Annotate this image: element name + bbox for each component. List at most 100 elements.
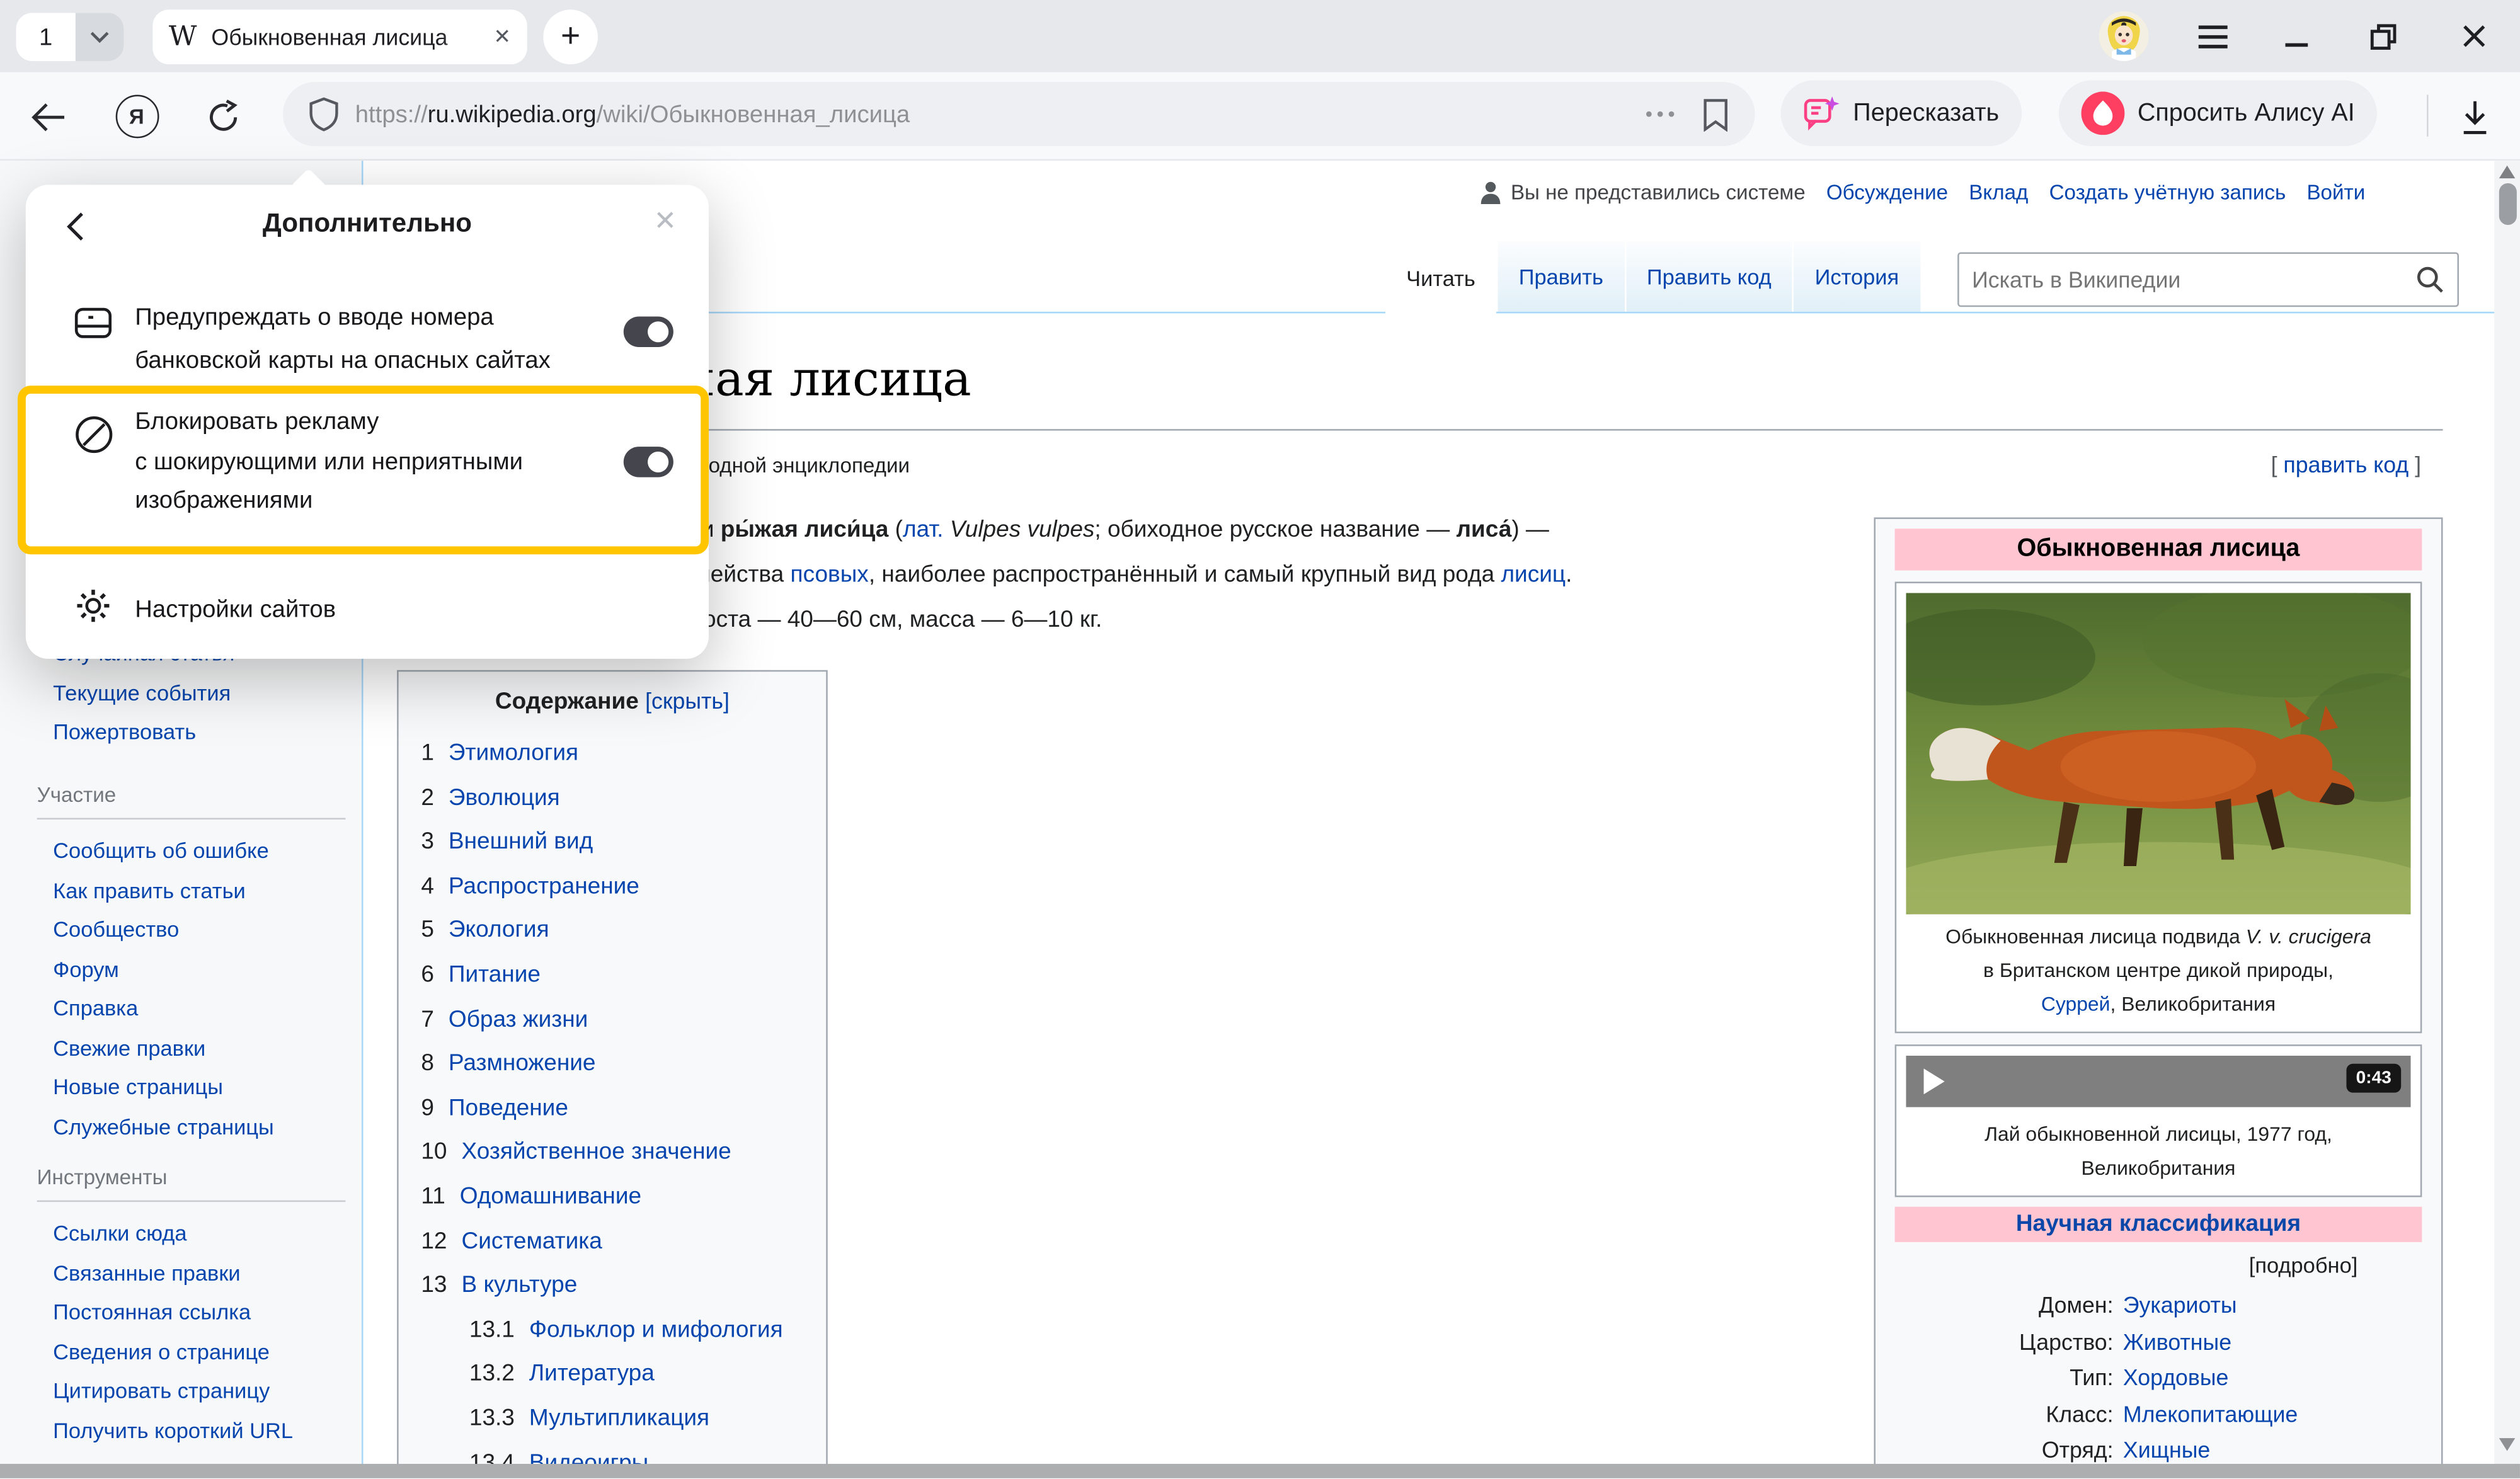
toc-link[interactable]: Одомашнивание bbox=[460, 1184, 641, 1210]
sidebar-link[interactable]: Новые страницы bbox=[53, 1068, 334, 1107]
sidebar-link[interactable]: Служебные страницы bbox=[53, 1108, 334, 1147]
menu-icon[interactable] bbox=[2185, 0, 2240, 72]
toc-link[interactable]: Поведение bbox=[449, 1095, 568, 1121]
toc-link[interactable]: Мультипликация bbox=[529, 1406, 709, 1432]
toc-link[interactable]: Этимология bbox=[449, 741, 578, 767]
classification-row: Отряд:Хищные bbox=[1885, 1432, 2431, 1464]
sidebar-link[interactable]: Сообщить об ошибке bbox=[53, 832, 334, 871]
sidebar-link[interactable]: Связанные правки bbox=[53, 1254, 334, 1293]
tab-counter-control[interactable]: 1 bbox=[16, 13, 124, 61]
close-window-button[interactable] bbox=[2446, 0, 2501, 72]
toc-link[interactable]: Питание bbox=[449, 962, 541, 988]
toc-link[interactable]: Видеоигры bbox=[529, 1450, 648, 1464]
wiki-search-input[interactable] bbox=[1959, 266, 2415, 292]
wiki-search-box[interactable] bbox=[1957, 253, 2459, 307]
chevron-down-icon[interactable] bbox=[76, 13, 124, 61]
ask-alice-label: Спросить Алису AI bbox=[2138, 99, 2355, 128]
summarize-button[interactable]: Пересказать bbox=[1781, 81, 2022, 147]
back-button[interactable] bbox=[23, 72, 74, 161]
block-ads-toggle[interactable] bbox=[624, 447, 673, 477]
sidebar-link[interactable]: Пожертвовать bbox=[53, 714, 234, 753]
toc-link[interactable]: Внешний вид bbox=[449, 830, 593, 855]
page-tab[interactable]: Править bbox=[1498, 241, 1625, 312]
more-actions-icon[interactable] bbox=[1644, 109, 1676, 118]
sidebar-link[interactable]: Свежие правки bbox=[53, 1029, 334, 1068]
personal-link[interactable]: Войти bbox=[2306, 180, 2365, 204]
toc-link[interactable]: Хозяйственное значение bbox=[461, 1140, 731, 1166]
personal-link[interactable]: Вклад bbox=[1969, 180, 2028, 204]
downloads-icon[interactable] bbox=[2449, 72, 2501, 161]
browser-tab[interactable]: W Обыкновенная лисица ✕ bbox=[152, 9, 527, 64]
card-warning-toggle[interactable] bbox=[624, 317, 673, 347]
toc-link[interactable]: Размножение bbox=[449, 1051, 596, 1077]
scrollbar-thumb[interactable] bbox=[2499, 183, 2517, 225]
sidebar-link[interactable]: Цитировать страницу bbox=[53, 1373, 334, 1412]
toc-item: 13.2Литература bbox=[399, 1354, 827, 1398]
page-tab[interactable]: Править код bbox=[1626, 241, 1792, 312]
toc-item: 2Эволюция bbox=[399, 777, 827, 821]
classification-value-link[interactable]: Хищные bbox=[2123, 1432, 2432, 1464]
toc-link[interactable]: В культуре bbox=[461, 1273, 577, 1299]
page-tabs: ЧитатьПравитьПравить кодИстория bbox=[1385, 241, 1922, 315]
scroll-up-arrow[interactable] bbox=[2499, 166, 2516, 178]
reload-icon[interactable] bbox=[198, 72, 249, 161]
toc-link[interactable]: Распространение bbox=[449, 874, 639, 899]
sidebar-link[interactable]: Постоянная ссылка bbox=[53, 1294, 334, 1333]
ask-alice-button[interactable]: Спросить Алису AI bbox=[2059, 81, 2378, 147]
new-tab-button[interactable]: + bbox=[543, 9, 598, 64]
classification-value-link[interactable]: Хордовые bbox=[2123, 1359, 2432, 1395]
tab-counter[interactable]: 1 bbox=[16, 13, 76, 61]
toc-link[interactable]: Фольклор и мифология bbox=[529, 1317, 783, 1343]
toc-link[interactable]: Экология bbox=[449, 918, 549, 944]
toc-item: 3Внешний вид bbox=[399, 821, 827, 865]
classification-details-link[interactable]: [подробно] bbox=[1885, 1242, 2431, 1287]
bookmark-icon[interactable] bbox=[1702, 97, 1729, 131]
tab-close-icon[interactable]: ✕ bbox=[493, 24, 511, 50]
page-tab[interactable]: История bbox=[1794, 241, 1920, 312]
personal-link[interactable]: Обсуждение bbox=[1826, 180, 1948, 204]
toc-link[interactable]: Эволюция bbox=[449, 785, 560, 811]
avatar[interactable] bbox=[2099, 11, 2149, 61]
card-warning-item[interactable]: Предупреждать о вводе номера банковской … bbox=[135, 295, 551, 382]
panel-close-icon[interactable]: ✕ bbox=[654, 206, 677, 238]
toc-link[interactable]: Систематика bbox=[461, 1228, 602, 1254]
classification-value-link[interactable]: Животные bbox=[2123, 1323, 2432, 1359]
sidebar-link[interactable]: Сведения о странице bbox=[53, 1333, 334, 1372]
audio-player[interactable]: 0:43 bbox=[1906, 1056, 2410, 1107]
yandex-services-icon[interactable]: Я bbox=[111, 72, 163, 161]
sidebar-link[interactable]: Ссылки сюда bbox=[53, 1215, 334, 1254]
toc-link[interactable]: Образ жизни bbox=[449, 1007, 588, 1032]
classification-value-link[interactable]: Эукариоты bbox=[2123, 1287, 2432, 1323]
toc-link[interactable]: Литература bbox=[529, 1361, 655, 1387]
sidebar-link[interactable]: Форум bbox=[53, 951, 334, 990]
url-text: https://ru.wikipedia.org/wiki/Обыкновенн… bbox=[355, 100, 910, 127]
sidebar-link[interactable]: Текущие события bbox=[53, 674, 234, 713]
photo-caption-line2: в Британском центре дикой природы, bbox=[1906, 954, 2410, 988]
classification-value-link[interactable]: Млекопитающие bbox=[2123, 1396, 2432, 1432]
restore-window-button[interactable] bbox=[2356, 0, 2411, 72]
sidebar-link[interactable]: Сообщество bbox=[53, 911, 334, 950]
sidebar-link[interactable]: Получить короткий URL bbox=[53, 1412, 334, 1451]
edit-code-link[interactable]: править код bbox=[2283, 452, 2408, 477]
vertical-scrollbar[interactable] bbox=[2494, 161, 2520, 1464]
toc-hide-link[interactable]: [скрыть] bbox=[645, 688, 730, 714]
sidebar-link[interactable]: Как править статьи bbox=[53, 872, 334, 911]
fox-photo[interactable] bbox=[1906, 593, 2410, 914]
sidebar-tools-links: Ссылки сюдаСвязанные правкиПостоянная сс… bbox=[53, 1215, 334, 1451]
browser-window: 1 W Обыкновенная лисица ✕ + bbox=[0, 0, 2520, 1479]
site-settings-item[interactable]: Настройки сайтов bbox=[135, 588, 336, 632]
summarize-chat-icon bbox=[1803, 95, 1840, 132]
url-field[interactable]: https://ru.wikipedia.org/wiki/Обыкновенн… bbox=[283, 82, 1755, 146]
classification-header-link[interactable]: Научная классификация bbox=[2016, 1211, 2301, 1237]
shield-icon[interactable] bbox=[309, 96, 339, 132]
personal-link[interactable]: Создать учётную запись bbox=[2049, 180, 2286, 204]
audio-caption-line1: Лай обыкновенной лисицы, 1977 год, bbox=[1906, 1118, 2410, 1152]
page-tab[interactable]: Читать bbox=[1385, 241, 1496, 317]
play-icon[interactable] bbox=[1924, 1068, 1945, 1094]
sidebar-link[interactable]: Справка bbox=[53, 990, 334, 1029]
wikipedia-favicon: W bbox=[169, 21, 197, 53]
scroll-down-arrow[interactable] bbox=[2499, 1438, 2516, 1451]
search-icon[interactable] bbox=[2415, 265, 2444, 294]
block-ads-item[interactable]: Блокировать рекламу с шокирующими или не… bbox=[135, 403, 523, 521]
minimize-button[interactable] bbox=[2269, 0, 2324, 72]
